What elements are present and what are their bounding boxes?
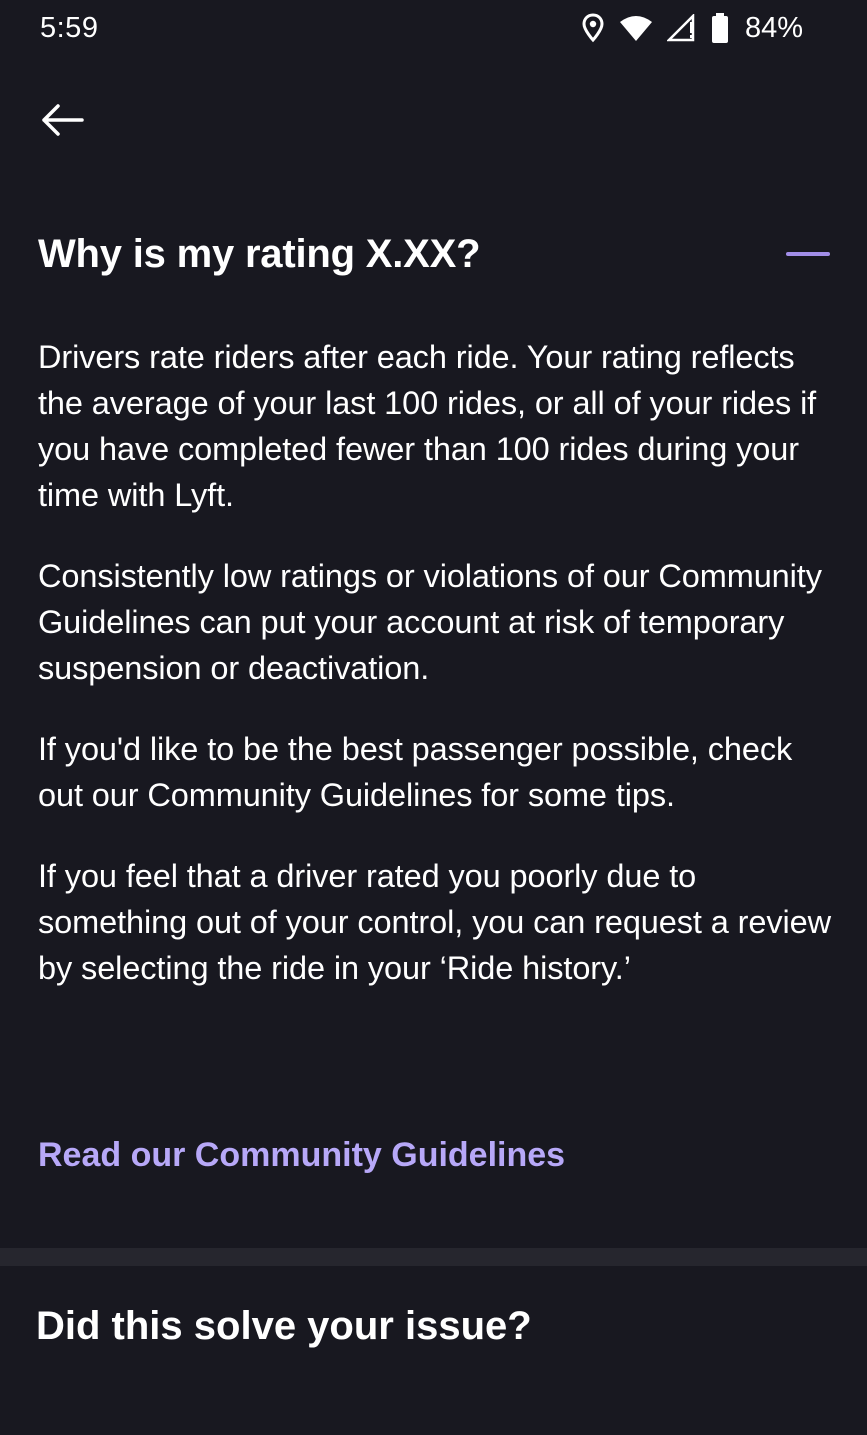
faq-paragraph: If you'd like to be the best passenger p… <box>38 731 793 813</box>
community-guidelines-link[interactable]: Read our Community Guidelines <box>38 1136 565 1175</box>
battery-percentage: 84% <box>744 11 803 44</box>
help-article-screen: 5:59 84% Why is my rating X.XX? Drivers … <box>0 0 867 1435</box>
faq-title: Why is my rating X.XX? <box>38 231 481 276</box>
feedback-title: Did this solve your issue? <box>36 1304 532 1348</box>
arrow-left-icon <box>42 104 84 136</box>
status-icons: 84% <box>581 12 803 45</box>
cell-signal-icon <box>666 14 697 42</box>
faq-paragraph: Drivers rate riders after each ride. You… <box>38 339 817 513</box>
wifi-icon <box>619 14 653 42</box>
faq-paragraph: If you feel that a driver rated you poor… <box>38 858 831 986</box>
status-time: 5:59 <box>40 11 99 44</box>
back-button[interactable] <box>32 92 92 148</box>
faq-header[interactable]: Why is my rating X.XX? <box>38 224 830 284</box>
battery-icon <box>711 13 729 43</box>
faq-paragraph: Consistently low ratings or violations o… <box>38 558 822 686</box>
collapse-toggle[interactable] <box>770 234 830 274</box>
section-divider <box>0 1248 867 1266</box>
faq-body: Drivers rate riders after each ride. You… <box>38 334 838 1026</box>
minus-icon <box>786 252 830 256</box>
location-icon <box>581 13 605 43</box>
status-bar: 5:59 84% <box>0 0 867 56</box>
